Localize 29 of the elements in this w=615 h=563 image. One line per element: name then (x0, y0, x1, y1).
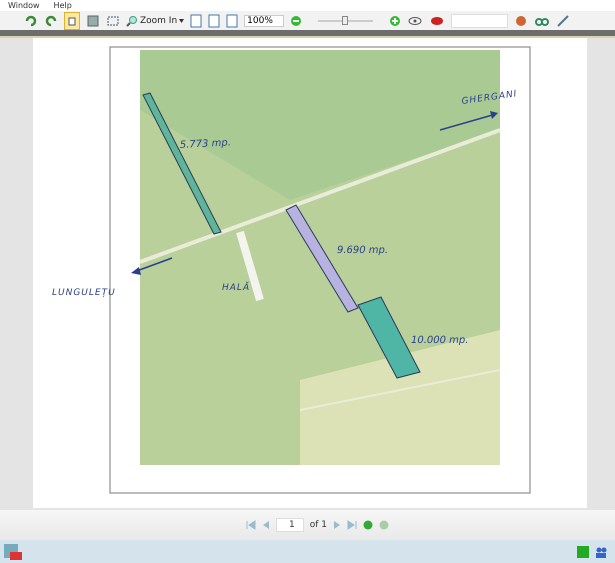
rotate-icon[interactable] (44, 14, 58, 28)
arrow-drawing (440, 111, 498, 131)
page-icon[interactable] (190, 14, 202, 28)
people-icon[interactable] (595, 546, 607, 558)
menu-item[interactable]: Help (54, 0, 72, 11)
tray-icon[interactable] (577, 546, 589, 558)
pdf-app-icon[interactable] (2, 542, 24, 562)
area-label: 5.773 mp. (180, 137, 232, 151)
zoom-in-button[interactable]: Zoom In (126, 14, 184, 26)
snapshot-icon[interactable] (106, 14, 120, 28)
search-field[interactable] (450, 14, 508, 28)
menu-item[interactable]: Window (8, 0, 40, 11)
arrow-drawing (131, 257, 172, 275)
place-label: HALĂ (222, 283, 250, 293)
magnifier-icon (126, 14, 138, 26)
page-icon[interactable] (208, 14, 220, 28)
select-icon[interactable] (86, 14, 100, 28)
page-number-field[interactable]: 1 (276, 518, 304, 532)
caret-icon (179, 18, 184, 22)
area-label: 9.690 mp. (337, 245, 388, 256)
eye-icon[interactable] (406, 14, 423, 26)
zoom-out-icon[interactable] (290, 14, 302, 26)
page-count: of 1 (310, 520, 327, 530)
rotate-icon[interactable] (24, 14, 38, 28)
area-label: 10.000 mp. (411, 335, 468, 346)
zoom-field[interactable]: 100% (244, 14, 284, 26)
zoom-in-icon[interactable] (388, 14, 401, 26)
place-label: GHERGANI (461, 89, 518, 107)
page-icon[interactable] (226, 14, 238, 28)
